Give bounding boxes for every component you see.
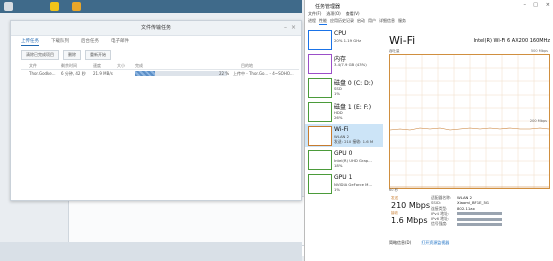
send-line [389, 127, 550, 131]
send-value: 210 Mbps [391, 201, 431, 210]
row-speed: 21.9 MB/s [93, 71, 113, 76]
tab-startup[interactable]: 启动 [357, 18, 365, 25]
close-icon[interactable]: × [546, 2, 550, 8]
sidebar-item-name: GPU 0 [334, 150, 353, 157]
task-manager-title: 任务管理器 [315, 4, 341, 10]
sidebar-item-4[interactable]: Wi-Fi WLAN 2 发送: 210 接收: 1.6 M [305, 124, 383, 147]
open-resource-monitor-link[interactable]: 打开资源监视器 [421, 240, 449, 246]
table-row[interactable]: Thor.Godke... 6 分钟, 42 秒 21.9 MB/s 22 % … [21, 70, 299, 78]
sidebar-item-sub1: 20% 1.19 GHz [334, 38, 362, 43]
tab-background[interactable]: 后台任务 [81, 37, 99, 46]
details-values: WLAN 2 Xiaomi_BF1E_5G 802.11ax [457, 195, 502, 227]
menu-options[interactable]: 选项(O) [326, 11, 340, 17]
tab-users[interactable]: 用户 [368, 18, 376, 25]
footer: 简略信息(D) 打开资源监视器 [389, 240, 449, 246]
mini-graph [308, 174, 332, 194]
sidebar-item-name: CPU [334, 30, 347, 37]
mini-graph [308, 102, 332, 122]
details-keys: 适配器名称: SSID: 连接类型: IPv4 地址: IPv6 地址: 信号强度: [431, 195, 451, 227]
transfer-window: 文件传输任务 – × 上传任务 下载队列 后台任务 电子邮件 清除已完成项目 删… [10, 20, 302, 201]
fewer-details-button[interactable]: 简略信息(D) [389, 240, 411, 246]
sidebar-item-name: GPU 1 [334, 174, 353, 181]
col-size[interactable]: 大小 [117, 63, 125, 69]
throughput-graph: 200 Mbps [389, 54, 550, 189]
progress-bar [135, 71, 227, 76]
tab-details[interactable]: 详细信息 [379, 18, 395, 25]
col-file[interactable]: 文件 [29, 63, 37, 69]
tab-processes[interactable]: 进程 [308, 18, 316, 25]
sidebar-item-6[interactable]: GPU 1 NVIDIA GeForce M... 1% [305, 172, 383, 195]
mini-graph [308, 126, 332, 146]
col-destination[interactable]: 目的地 [241, 63, 253, 69]
folder-icon[interactable] [72, 2, 81, 11]
minimize-icon[interactable]: – [284, 24, 287, 31]
apps-icon[interactable] [4, 2, 13, 11]
menu-bar: 文件(F) 选项(O) 查看(V) [308, 11, 360, 17]
sidebar-item-sub1: 3.4/7.9 GB (43%) [334, 62, 367, 67]
graph-max: 500 Mbps [530, 49, 548, 53]
task-manager-window: 任务管理器 – □ × 文件(F) 选项(O) 查看(V) 进程 性能 应用历史… [304, 0, 553, 261]
delete-button[interactable]: 删除 [63, 50, 81, 60]
menu-view[interactable]: 查看(V) [346, 11, 360, 17]
device-name: Intel(R) Wi-Fi 6 AX200 160MHz [473, 38, 550, 44]
tab-email[interactable]: 电子邮件 [111, 37, 129, 46]
redacted-value [457, 222, 502, 226]
detail-key: 信号强度: [431, 221, 448, 227]
sidebar-item-sub2: 发送: 210 接收: 1.6 M [334, 139, 374, 144]
sidebar-item-name: Wi-Fi [334, 126, 349, 133]
minimize-icon[interactable]: – [524, 2, 527, 8]
tab-services[interactable]: 服务 [398, 18, 406, 25]
transfer-window-title: 文件传输任务 [11, 21, 301, 36]
transfer-toolbar: 清除已完成项目 删除 重新开始 [21, 50, 111, 60]
col-speed[interactable]: 速度 [93, 63, 101, 69]
background-window [68, 196, 306, 246]
table-header: 文件 剩余时间 速度 大小 完成 目的地 [21, 62, 299, 70]
mini-graph [308, 30, 332, 50]
mini-graph [308, 54, 332, 74]
col-progress[interactable]: 完成 [135, 63, 143, 69]
clear-completed-button[interactable]: 清除已完成项目 [21, 50, 59, 60]
tab-download[interactable]: 下载队列 [51, 37, 69, 46]
sidebar-item-0[interactable]: CPU 20% 1.19 GHz [305, 28, 383, 51]
col-remaining[interactable]: 剩余时间 [61, 63, 77, 69]
desktop-topbar [0, 0, 302, 13]
tm-tabs: 进程 性能 应用历史记录 启动 用户 详细信息 服务 [308, 18, 406, 25]
detail-value [457, 221, 502, 226]
mini-graph [308, 150, 332, 170]
desktop-bottombar [0, 242, 302, 261]
sidebar-item-sub2: 1% [334, 187, 341, 192]
perf-main: Wi-Fi Intel(R) Wi-Fi 6 AX200 160MHz 吞吐量 … [387, 28, 552, 254]
progress-fill [135, 71, 156, 76]
throughput-chart [389, 55, 550, 188]
recv-value: 1.6 Mbps [391, 216, 428, 225]
tab-upload[interactable]: 上传任务 [21, 37, 39, 46]
page-title: Wi-Fi [389, 34, 416, 47]
sidebar-item-sub2: 26% [334, 115, 343, 120]
maximize-icon[interactable]: □ [533, 2, 538, 8]
redacted-value [457, 217, 502, 221]
restart-button[interactable]: 重新开始 [85, 50, 111, 60]
tab-app-history[interactable]: 应用历史记录 [330, 18, 354, 25]
sidebar-item-sub2: 18% [334, 163, 343, 168]
menu-file[interactable]: 文件(F) [308, 11, 321, 17]
transfer-tabs: 上传任务 下载队列 后台任务 电子邮件 [21, 37, 129, 46]
sidebar-item-sub2: 1% [334, 91, 341, 96]
row-file: Thor.Godke... [29, 71, 56, 76]
row-remaining: 6 分钟, 42 秒 [61, 71, 86, 76]
redacted-value [457, 212, 502, 216]
sidebar-item-5[interactable]: GPU 0 Intel(R) UHD Grap... 18% [305, 148, 383, 171]
sidebar-item-3[interactable]: 磁盘 1 (E: F:) HDD 26% [305, 100, 383, 123]
graph-time: 60 秒 [389, 188, 399, 192]
help-icon[interactable] [50, 2, 59, 11]
tab-performance[interactable]: 性能 [319, 18, 327, 25]
mini-graph [308, 78, 332, 98]
sidebar-item-2[interactable]: 磁盘 0 (C: D:) SSD 1% [305, 76, 383, 99]
graph-mid: 200 Mbps [529, 119, 547, 123]
row-progress-label: 22 % [219, 71, 230, 76]
row-destination: 上传中 - Thor.Go... - 4~SOHO... [233, 71, 294, 76]
sidebar-item-1[interactable]: 内存 3.4/7.9 GB (43%) [305, 52, 383, 75]
close-icon[interactable]: × [291, 24, 296, 31]
perf-sidebar: CPU 20% 1.19 GHz 内存 3.4/7.9 GB (43%) 磁盘 0 (C… [305, 28, 383, 198]
